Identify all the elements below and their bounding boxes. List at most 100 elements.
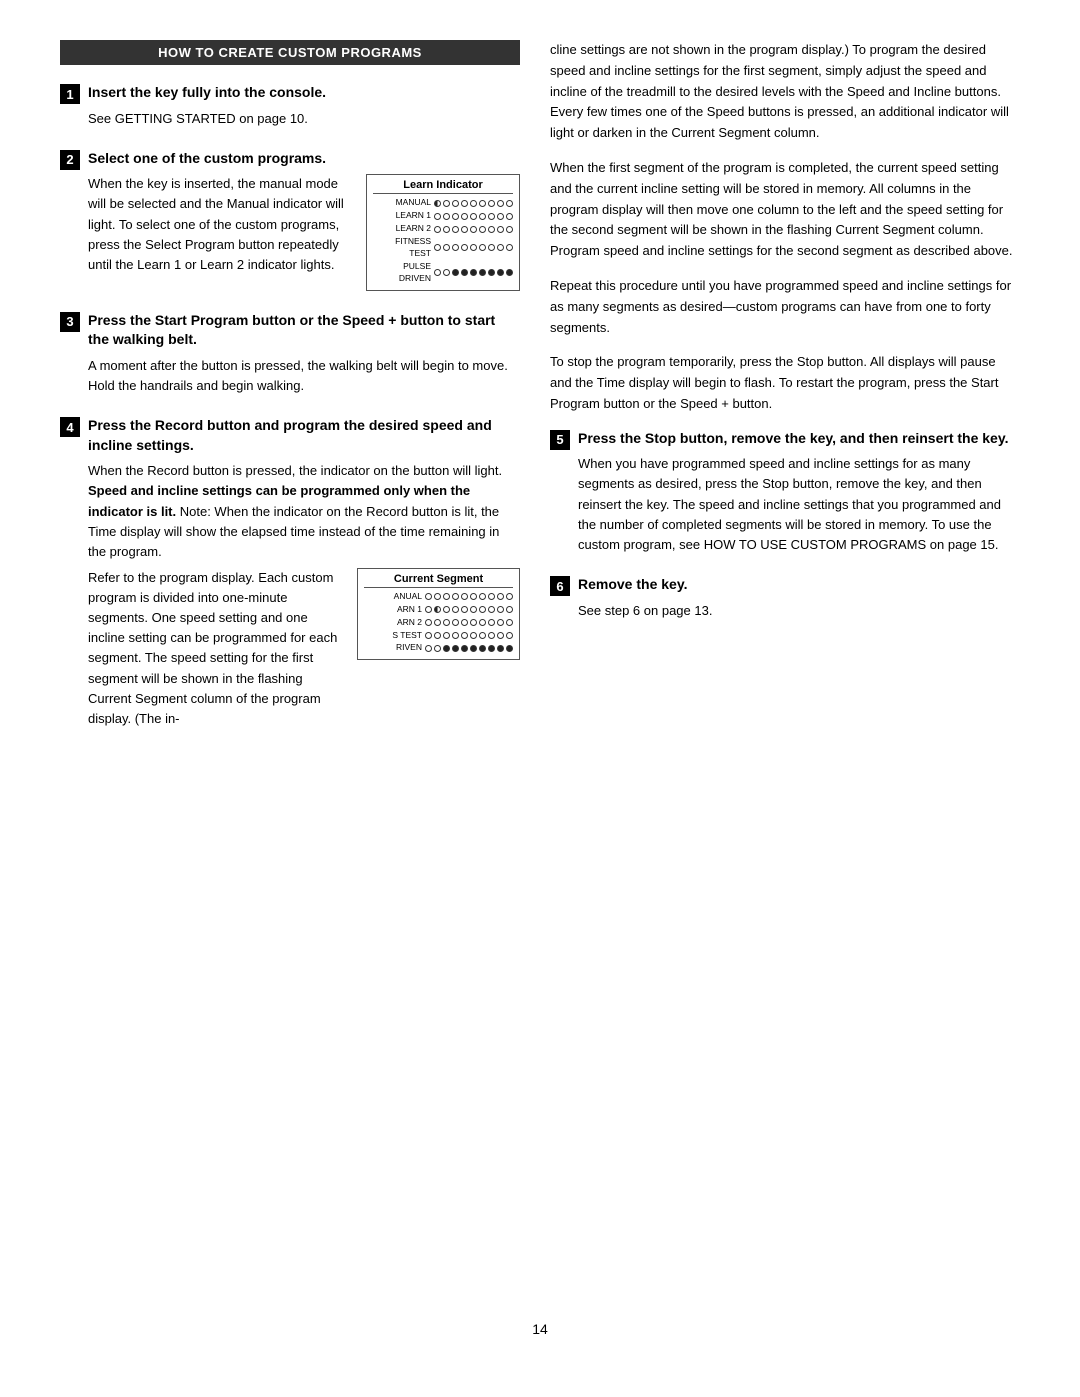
dot — [452, 619, 459, 626]
cs-row-stest: S TEST — [364, 630, 513, 642]
dot — [497, 226, 504, 233]
dot — [434, 645, 441, 652]
right-para-2: When the first segment of the program is… — [550, 158, 1020, 262]
dot — [443, 226, 450, 233]
dot — [506, 632, 513, 639]
dot — [470, 593, 477, 600]
dot — [434, 200, 441, 207]
dot — [470, 200, 477, 207]
indicator-row-fitness: FITNESS TEST — [373, 236, 513, 260]
dot — [488, 269, 495, 276]
right-para-1: cline settings are not shown in the prog… — [550, 40, 1020, 144]
dot — [452, 200, 459, 207]
ind-dots-pulse — [434, 269, 513, 276]
step-1: 1 Insert the key fully into the console.… — [60, 83, 520, 135]
cs-dots-stest — [425, 632, 513, 639]
step-1-content: Insert the key fully into the console. S… — [88, 83, 520, 135]
dot — [461, 200, 468, 207]
cs-label-riven: RIVEN — [364, 642, 422, 654]
learn-indicator-table: MANUAL — [373, 197, 513, 284]
ind-label-learn2: LEARN 2 — [373, 223, 431, 235]
step-4-number: 4 — [60, 417, 80, 437]
step-2-figure-area: When the key is in­serted, the manual mo… — [88, 174, 520, 290]
dot — [452, 269, 459, 276]
step-5: 5 Press the Stop button, remove the key,… — [550, 429, 1020, 561]
current-segment-table: ANUAL — [364, 591, 513, 654]
step-4-figure-area: Refer to the program display. Each custo… — [88, 568, 520, 729]
cs-label-anual: ANUAL — [364, 591, 422, 603]
dot — [470, 645, 477, 652]
ind-label-learn1: LEARN 1 — [373, 210, 431, 222]
dot — [497, 619, 504, 626]
dot — [443, 632, 450, 639]
dot — [461, 606, 468, 613]
dot — [488, 244, 495, 251]
section-header: HOW TO CREATE CUSTOM PROGRAMS — [60, 40, 520, 65]
step-3-number: 3 — [60, 312, 80, 332]
dot — [434, 593, 441, 600]
dot — [434, 226, 441, 233]
dot — [434, 632, 441, 639]
dot — [497, 632, 504, 639]
dot — [506, 593, 513, 600]
step-3-content: Press the Start Program button or the Sp… — [88, 311, 520, 402]
dot — [479, 593, 486, 600]
dot — [443, 593, 450, 600]
step-6-title: Remove the key. — [578, 575, 1020, 595]
dot — [479, 632, 486, 639]
step-4: 4 Press the Record button and program th… — [60, 416, 520, 735]
dot — [497, 645, 504, 652]
ind-dots-fitness — [434, 244, 513, 251]
dot — [452, 226, 459, 233]
step-2-content: Select one of the custom programs. When … — [88, 149, 520, 297]
dot — [506, 213, 513, 220]
dot — [461, 632, 468, 639]
dot — [443, 606, 450, 613]
dot — [506, 645, 513, 652]
dot — [488, 619, 495, 626]
ind-dots-learn2 — [434, 226, 513, 233]
dot — [479, 213, 486, 220]
cs-row-anual: ANUAL — [364, 591, 513, 603]
learn-indicator-title: Learn Indicator — [373, 179, 513, 194]
dot — [425, 593, 432, 600]
step-4-body-1: When the Record button is pressed, the i… — [88, 461, 520, 562]
cs-label-stest: S TEST — [364, 630, 422, 642]
step-2: 2 Select one of the custom programs. Whe… — [60, 149, 520, 297]
dot — [425, 619, 432, 626]
dot — [479, 606, 486, 613]
dot — [506, 200, 513, 207]
step-1-number: 1 — [60, 84, 80, 104]
indicator-row-pulse: PULSE DRIVEN — [373, 261, 513, 285]
step-4-inline-text: Refer to the program display. Each custo… — [88, 568, 341, 729]
dot — [452, 213, 459, 220]
page: HOW TO CREATE CUSTOM PROGRAMS 1 Insert t… — [0, 0, 1080, 1397]
dot — [452, 645, 459, 652]
step-2-number: 2 — [60, 150, 80, 170]
dot — [488, 213, 495, 220]
dot — [497, 244, 504, 251]
dot — [506, 244, 513, 251]
ind-dots-manual — [434, 200, 513, 207]
dot — [425, 606, 432, 613]
dot — [488, 226, 495, 233]
dot — [434, 244, 441, 251]
dot — [461, 645, 468, 652]
dot — [497, 593, 504, 600]
left-column: HOW TO CREATE CUSTOM PROGRAMS 1 Insert t… — [60, 40, 520, 1291]
cs-label-arn2: ARN 2 — [364, 617, 422, 629]
dot — [443, 645, 450, 652]
indicator-row-manual: MANUAL — [373, 197, 513, 209]
step-2-inline-text: When the key is in­serted, the manual mo… — [88, 174, 350, 275]
dot — [506, 619, 513, 626]
step-4-content: Press the Record button and program the … — [88, 416, 520, 735]
dot — [452, 244, 459, 251]
dot — [497, 200, 504, 207]
dot — [461, 213, 468, 220]
dot — [470, 606, 477, 613]
dot — [434, 213, 441, 220]
dot — [470, 269, 477, 276]
right-para-4: To stop the program temporarily, press t… — [550, 352, 1020, 414]
step-4-title: Press the Record button and program the … — [88, 416, 520, 455]
current-segment-figure: Current Segment ANUAL — [357, 568, 520, 660]
